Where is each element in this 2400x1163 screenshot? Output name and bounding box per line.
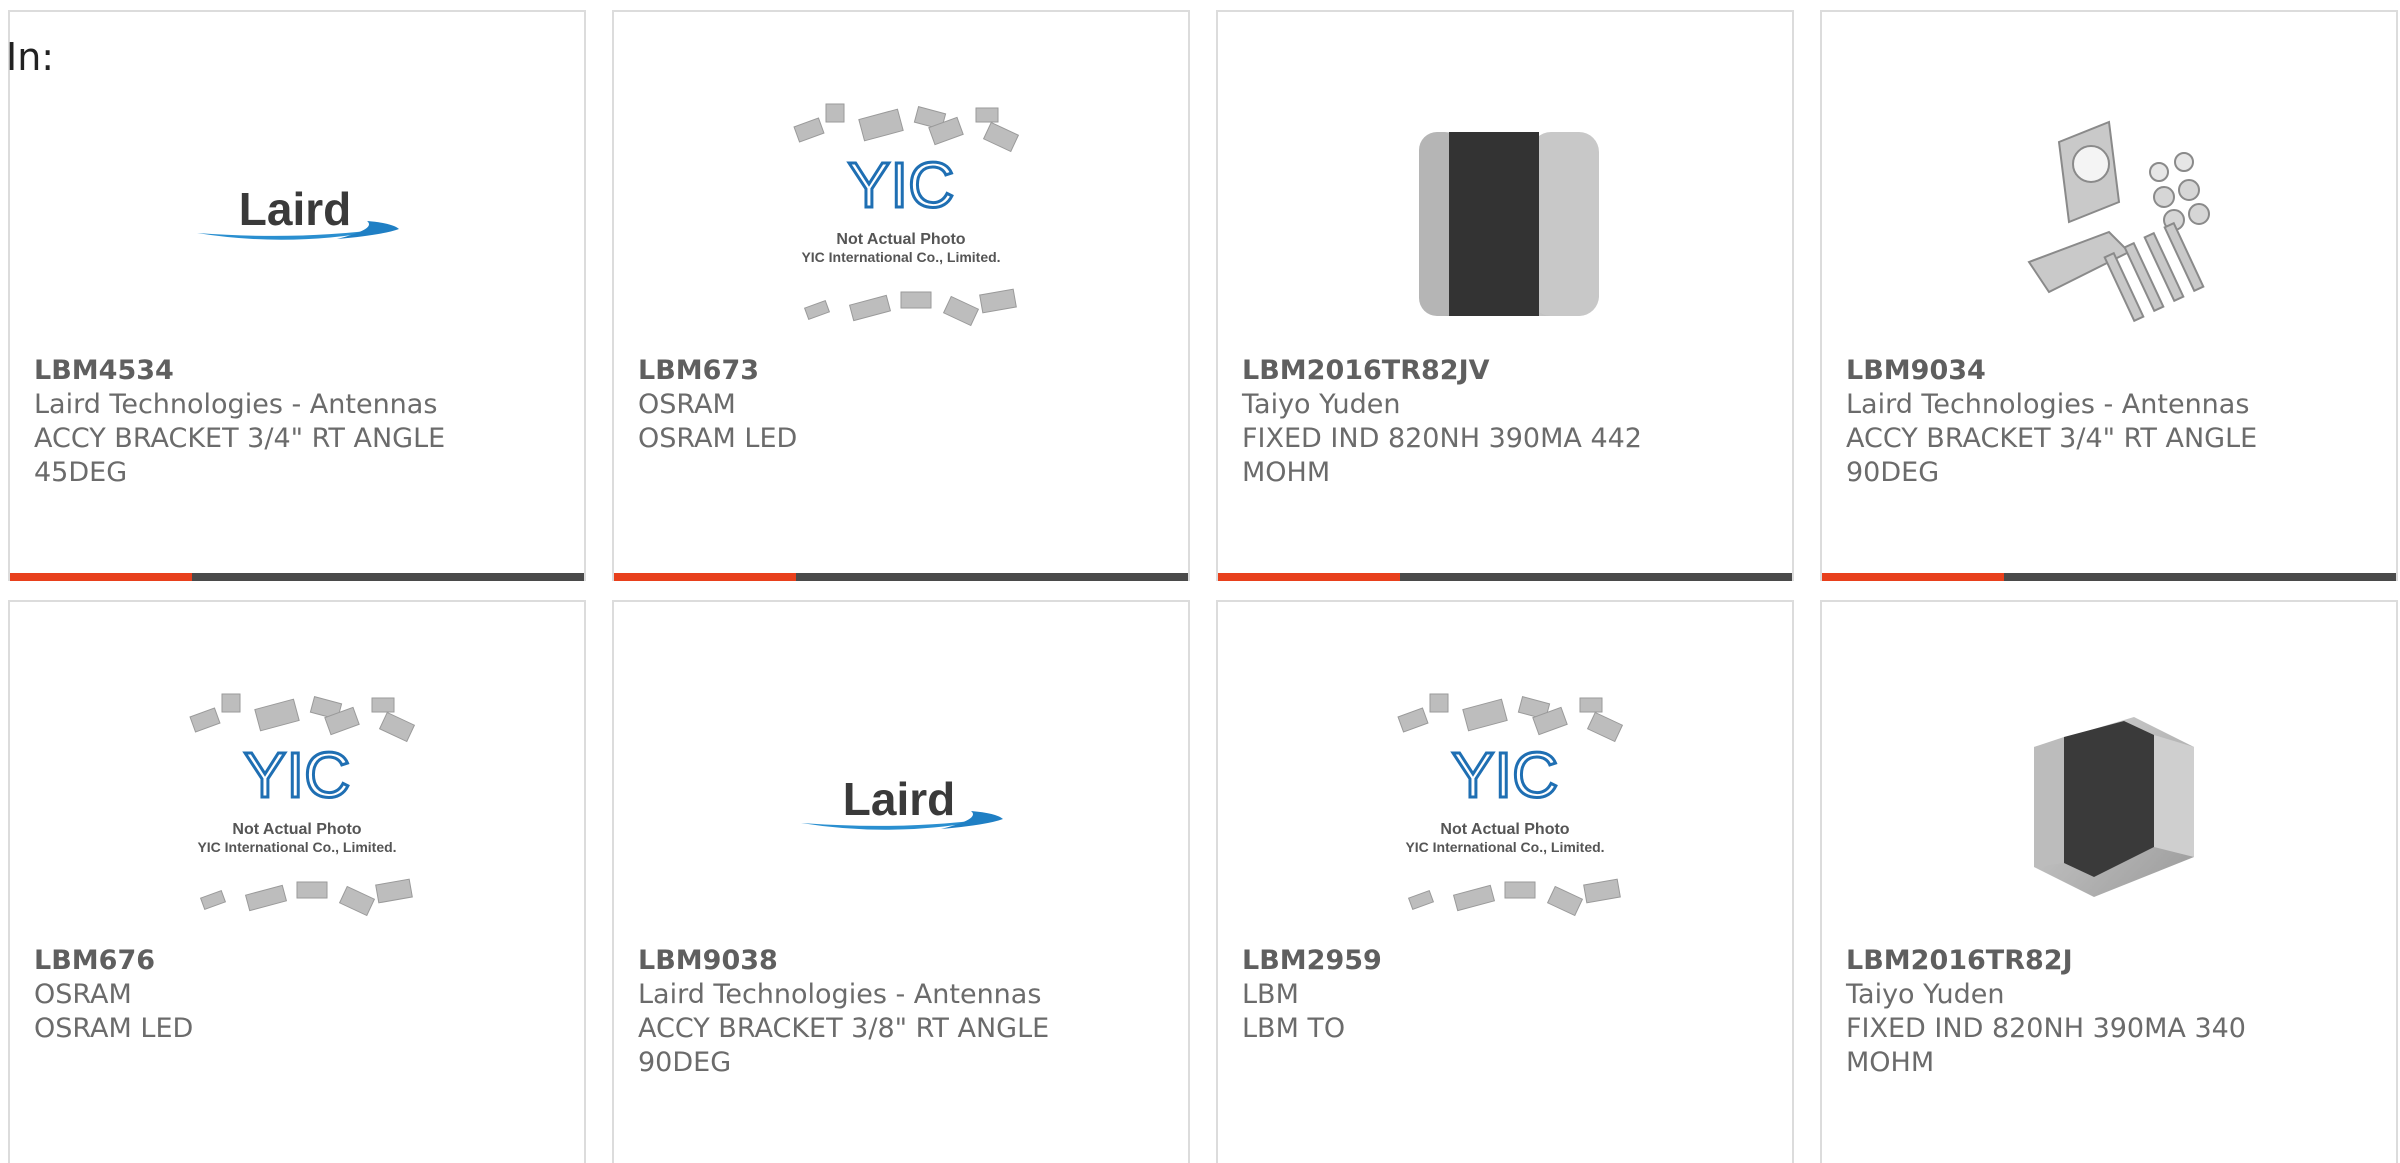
card-bottom-bar	[614, 573, 1188, 581]
bracket-icon	[2027, 120, 2210, 323]
part-number-link[interactable]: LBM676	[34, 944, 564, 978]
description: FIXED IND 820NH 390MA 340 MOHM	[1846, 1013, 2246, 1078]
product-image	[1822, 672, 2396, 942]
product-card[interactable]: YIC Not Actual Photo YIC International C…	[8, 600, 586, 1163]
not-actual-photo-note: Not Actual Photo	[1440, 821, 1569, 838]
manufacturer: Laird Technologies - Antennas	[1846, 389, 2250, 420]
product-card[interactable]: Laird LBM4534 Laird Technologies - Anten…	[8, 10, 586, 581]
yic-company-note: YIC International Co., Limited.	[801, 249, 1000, 265]
laird-logo-text: Laird	[843, 773, 955, 825]
manufacturer: Laird Technologies - Antennas	[638, 979, 1042, 1010]
product-image	[1218, 82, 1792, 352]
product-info: LBM2959 LBM LBM TO	[1242, 944, 1772, 1046]
product-image: YIC Not Actual Photo YIC International C…	[1218, 672, 1792, 942]
card-accent-bar	[10, 573, 192, 581]
product-grid: Laird LBM4534 Laird Technologies - Anten…	[0, 0, 2400, 1163]
description: OSRAM LED	[638, 423, 798, 454]
product-info: LBM2016TR82J Taiyo Yuden FIXED IND 820NH…	[1846, 944, 2376, 1080]
yic-logo-text: YIC	[848, 149, 955, 221]
part-number-link[interactable]: LBM9038	[638, 944, 1168, 978]
filter-label: In:	[6, 35, 55, 79]
yic-company-note: YIC International Co., Limited.	[1405, 839, 1604, 855]
product-info: LBM673 OSRAM OSRAM LED	[638, 354, 1168, 456]
yic-placeholder-icon: YIC Not Actual Photo YIC International C…	[189, 693, 416, 917]
manufacturer: Taiyo Yuden	[1846, 979, 2005, 1010]
not-actual-photo-note: Not Actual Photo	[836, 231, 965, 248]
laird-logo-icon: Laird	[197, 183, 399, 240]
yic-logo-text: YIC	[244, 739, 351, 811]
product-info: LBM4534 Laird Technologies - Antennas AC…	[34, 354, 564, 490]
product-info: LBM676 OSRAM OSRAM LED	[34, 944, 564, 1046]
card-bottom-bar	[1822, 573, 2396, 581]
part-number-link[interactable]: LBM2016TR82J	[1846, 944, 2376, 978]
description: ACCY BRACKET 3/4" RT ANGLE 90DEG	[1846, 423, 2258, 488]
yic-placeholder-icon: YIC Not Actual Photo YIC International C…	[793, 103, 1020, 327]
laird-logo-icon: Laird	[801, 773, 1003, 830]
description: FIXED IND 820NH 390MA 442 MOHM	[1242, 423, 1642, 488]
product-card[interactable]: Laird LBM9038 Laird Technologies - Anten…	[612, 600, 1190, 1163]
description: OSRAM LED	[34, 1013, 194, 1044]
yic-logo-text: YIC	[1452, 739, 1559, 811]
yic-company-note: YIC International Co., Limited.	[197, 839, 396, 855]
description: LBM TO	[1242, 1013, 1346, 1044]
product-card[interactable]: YIC Not Actual Photo YIC International C…	[1216, 600, 1794, 1163]
product-image: YIC Not Actual Photo YIC International C…	[10, 672, 584, 942]
part-number-link[interactable]: LBM673	[638, 354, 1168, 388]
part-number-link[interactable]: LBM2016TR82JV	[1242, 354, 1772, 388]
manufacturer: LBM	[1242, 979, 1299, 1010]
not-actual-photo-note: Not Actual Photo	[232, 821, 361, 838]
product-image: Laird	[614, 672, 1188, 942]
inductor-icon	[2034, 717, 2194, 897]
description: ACCY BRACKET 3/8" RT ANGLE 90DEG	[638, 1013, 1050, 1078]
part-number-link[interactable]: LBM4534	[34, 354, 564, 388]
manufacturer: OSRAM	[638, 389, 736, 420]
manufacturer: Laird Technologies - Antennas	[34, 389, 438, 420]
laird-logo-text: Laird	[239, 183, 351, 235]
description: ACCY BRACKET 3/4" RT ANGLE 45DEG	[34, 423, 446, 488]
product-image	[1822, 82, 2396, 352]
product-card[interactable]: LBM2016TR82J Taiyo Yuden FIXED IND 820NH…	[1820, 600, 2398, 1163]
part-number-link[interactable]: LBM2959	[1242, 944, 1772, 978]
product-info: LBM9034 Laird Technologies - Antennas AC…	[1846, 354, 2376, 490]
manufacturer: OSRAM	[34, 979, 132, 1010]
card-accent-bar	[1822, 573, 2004, 581]
product-results-page: In: Laird LBM4534 Laird Technologies - A…	[0, 0, 2400, 1163]
card-bottom-bar	[10, 573, 584, 581]
product-card[interactable]: LBM2016TR82JV Taiyo Yuden FIXED IND 820N…	[1216, 10, 1794, 581]
manufacturer: Taiyo Yuden	[1242, 389, 1401, 420]
card-bottom-bar	[1218, 573, 1792, 581]
product-card[interactable]: LBM9034 Laird Technologies - Antennas AC…	[1820, 10, 2398, 581]
product-image: Laird	[10, 82, 584, 352]
card-accent-bar	[614, 573, 796, 581]
product-info: LBM2016TR82JV Taiyo Yuden FIXED IND 820N…	[1242, 354, 1772, 490]
card-accent-bar	[1218, 573, 1400, 581]
product-card[interactable]: YIC Not Actual Photo YIC International C…	[612, 10, 1190, 581]
product-info: LBM9038 Laird Technologies - Antennas AC…	[638, 944, 1168, 1080]
inductor-icon	[1419, 132, 1599, 316]
part-number-link[interactable]: LBM9034	[1846, 354, 2376, 388]
yic-placeholder-icon: YIC Not Actual Photo YIC International C…	[1397, 693, 1624, 917]
product-image: YIC Not Actual Photo YIC International C…	[614, 82, 1188, 352]
